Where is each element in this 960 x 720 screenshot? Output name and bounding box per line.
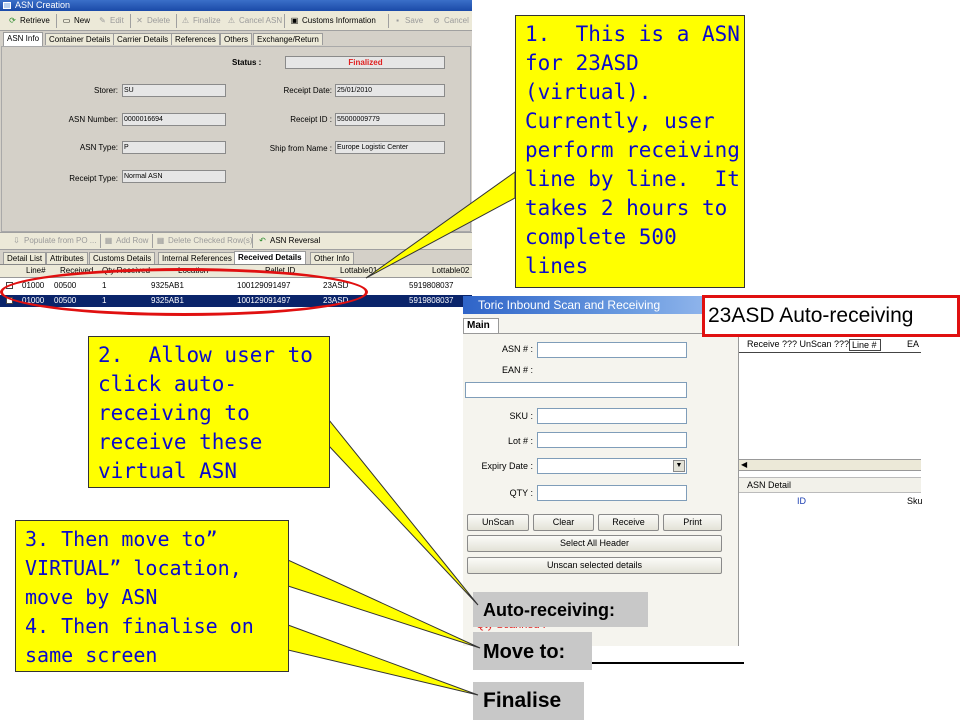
callout-line: for 23ASD [525,51,639,75]
callout-line: same screen [25,643,158,667]
callout-2: 2. Allow user to click auto- receiving t… [88,336,330,488]
callout-line: (virtual). [525,80,652,104]
callout-line: move by ASN [25,585,158,609]
callout1-pointer [365,171,516,279]
callout-line: click auto- [98,372,238,396]
callout-line: line by line. It [525,167,740,191]
callout-line: takes 2 hours to [525,196,728,220]
callout-line: receiving to [98,401,250,425]
callout-line: lines [525,254,589,278]
callout-line: 1. This is a ASN [525,22,740,46]
callout-line: receive these [98,430,263,454]
callout-line: virtual ASN [98,459,238,483]
callout-1: 1. This is a ASN for 23ASD (virtual). Cu… [515,15,745,288]
callout-line: 4. Then finalise on [25,614,254,638]
callout-3: 3. Then move to” VIRTUAL” location, move… [15,520,289,672]
callout-line: 3. Then move to” [25,527,218,551]
callout-line: complete 500 [525,225,677,249]
callout-line: perform receiving [525,138,740,162]
callout2-pointer [328,418,479,606]
callout-line: 2. Allow user to [98,343,313,367]
callout-line: Currently, user [525,109,715,133]
callout-line: VIRTUAL” location, [25,556,242,580]
